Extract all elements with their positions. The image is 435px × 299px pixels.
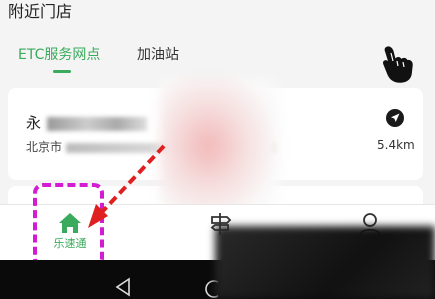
- station-city: 北京市: [26, 140, 63, 154]
- station-name-text: 永: [26, 114, 42, 132]
- station-distance: 5.4km: [377, 138, 415, 152]
- station-name: 永: [26, 112, 148, 133]
- back-triangle-icon[interactable]: [114, 277, 132, 297]
- tab-etc-service[interactable]: ETC服务网点: [18, 44, 100, 64]
- pointer-hand-icon: [383, 46, 413, 83]
- blurred-name: [47, 116, 148, 131]
- active-tab-indicator: [53, 70, 71, 73]
- store-type-tabs: ETC服务网点 加油站: [0, 38, 435, 78]
- section-title: 附近门店: [8, 2, 73, 21]
- navigate-icon[interactable]: [385, 108, 405, 128]
- blurred-dark-region: [215, 226, 435, 299]
- tab-gas-station[interactable]: 加油站: [137, 44, 179, 64]
- highlight-annotation-box: [33, 183, 104, 268]
